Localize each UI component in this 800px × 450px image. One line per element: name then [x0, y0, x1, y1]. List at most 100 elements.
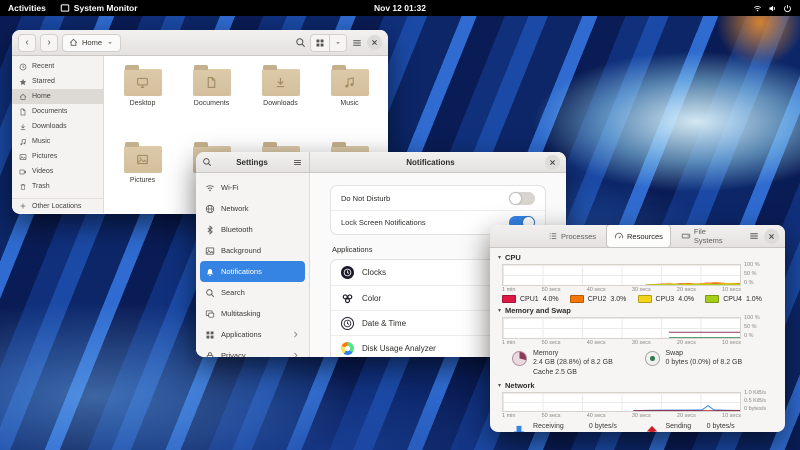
memory-section-title: Memory and Swap: [505, 306, 571, 315]
network-chart: [502, 392, 741, 412]
folder-downloads[interactable]: Downloads: [246, 64, 315, 129]
y-tick: 0 %: [741, 334, 777, 340]
sidebar-label: Downloads: [32, 123, 67, 130]
tab-file-systems[interactable]: File Systems: [673, 225, 740, 248]
settings-item-multitasking[interactable]: Multitasking: [200, 303, 305, 324]
legend-label: CPU3: [656, 296, 675, 303]
legend-cpu2[interactable]: CPU23.0%: [570, 295, 638, 303]
settings-item-wifi[interactable]: Wi-Fi: [200, 177, 305, 198]
activities-button[interactable]: Activities: [8, 3, 46, 13]
sidebar-item-other-locations[interactable]: Other Locations: [12, 198, 103, 213]
search-button[interactable]: [295, 37, 306, 48]
chevron-right-icon: [291, 330, 300, 339]
x-tick: 40 secs: [587, 340, 606, 346]
sidebar-item-home[interactable]: Home: [12, 89, 103, 104]
tab-processes[interactable]: Processes: [540, 225, 604, 248]
network-section-title: Network: [505, 381, 535, 390]
sidebar-item-starred[interactable]: Starred: [12, 74, 103, 89]
resources-view: ▾ CPU 100 % 50 % 0 % 1 min50 secs40 secs…: [490, 248, 785, 432]
cpu-section-header[interactable]: ▾ CPU: [498, 253, 777, 262]
close-button[interactable]: [764, 229, 779, 244]
settings-item-search[interactable]: Search: [200, 282, 305, 303]
menu-icon[interactable]: [292, 157, 303, 168]
swap-stats: Swap 0 bytes (0.0%) of 8.2 GB: [645, 349, 778, 377]
x-tick: 20 secs: [677, 340, 696, 346]
star-icon: [19, 78, 27, 86]
do-not-disturb-toggle[interactable]: [509, 192, 535, 205]
sidebar-item-pictures[interactable]: Pictures: [12, 149, 103, 164]
disclosure-triangle-icon: ▾: [498, 382, 501, 389]
settings-label: Notifications: [221, 267, 262, 276]
sidebar-item-documents[interactable]: Documents: [12, 104, 103, 119]
trash-icon: [19, 183, 27, 191]
legend-cpu1[interactable]: CPU14.0%: [502, 295, 570, 303]
legend-value: 4.0%: [678, 296, 694, 303]
sidebar-item-downloads[interactable]: Downloads: [12, 119, 103, 134]
receiving-label: Receiving: [533, 423, 579, 430]
app-label: Color: [362, 294, 381, 303]
image-icon: [19, 153, 27, 161]
network-icon: [205, 204, 215, 214]
settings-item-bluetooth[interactable]: Bluetooth: [200, 219, 305, 240]
sidebar-item-recent[interactable]: Recent: [12, 59, 103, 74]
bluetooth-icon: [205, 225, 215, 235]
cpu-chart: [502, 264, 741, 286]
power-icon: [783, 4, 792, 13]
settings-item-privacy[interactable]: Privacy: [200, 345, 305, 357]
x-tick: 1 min: [502, 340, 515, 346]
cpu-legend: CPU14.0% CPU23.0% CPU34.0% CPU41.0%: [502, 295, 773, 303]
menu-button[interactable]: [351, 37, 363, 49]
close-button[interactable]: [545, 155, 560, 170]
forward-button[interactable]: ›: [40, 34, 58, 52]
memory-section-header[interactable]: ▾ Memory and Swap: [498, 306, 777, 315]
memory-value: 2.4 GB (28.8%) of 8.2 GB: [533, 359, 613, 366]
cpu3-swatch: [638, 295, 652, 303]
download-icon: [274, 76, 287, 89]
tab-resources[interactable]: Resources: [606, 225, 671, 248]
y-tick: 0 %: [741, 281, 777, 287]
view-options-button[interactable]: [329, 35, 346, 51]
files-headerbar[interactable]: ‹ › Home: [12, 30, 388, 56]
memory-stats: Memory 2.4 GB (28.8%) of 8.2 GB Cache 2.…: [512, 349, 645, 377]
desktop-icon: [136, 76, 149, 89]
legend-value: 1.0%: [746, 296, 762, 303]
legend-label: CPU1: [520, 296, 539, 303]
sending-label: Sending: [666, 423, 697, 430]
search-icon[interactable]: [202, 157, 212, 167]
legend-cpu4[interactable]: CPU41.0%: [705, 295, 773, 303]
files-sidebar: Recent Starred Home Documents Downloads …: [12, 56, 104, 213]
cpu-x-axis: 1 min50 secs40 secs30 secs20 secs10 secs: [502, 287, 741, 293]
close-button[interactable]: [367, 35, 382, 50]
folder-desktop[interactable]: Desktop: [108, 64, 177, 129]
network-section-header[interactable]: ▾ Network: [498, 381, 777, 390]
settings-item-notifications[interactable]: Notifications: [200, 261, 305, 282]
sidebar-item-videos[interactable]: Videos: [12, 164, 103, 179]
sending-value: 0 bytes/s: [707, 423, 735, 430]
sidebar-item-trash[interactable]: Trash: [12, 179, 103, 194]
folder-music[interactable]: Music: [315, 64, 384, 129]
back-button[interactable]: ‹: [18, 34, 36, 52]
color-app-icon: [341, 292, 354, 305]
path-button[interactable]: Home: [62, 34, 121, 52]
sidebar-item-music[interactable]: Music: [12, 134, 103, 149]
legend-cpu3[interactable]: CPU34.0%: [638, 295, 706, 303]
folder-pictures[interactable]: Pictures: [108, 141, 177, 206]
settings-label: Wi-Fi: [221, 183, 239, 192]
app-label: Clocks: [362, 268, 386, 277]
menu-button[interactable]: [748, 230, 760, 242]
settings-title: Settings: [216, 158, 288, 167]
settings-label: Privacy: [221, 351, 246, 357]
swap-value: 0 bytes (0.0%) of 8.2 GB: [666, 359, 743, 366]
receiving-value: 0 bytes/s: [589, 423, 620, 430]
memory-title: Memory: [533, 350, 558, 357]
grid-view-button[interactable]: [311, 35, 329, 51]
settings-item-background[interactable]: Background: [200, 240, 305, 261]
system-status-area[interactable]: [753, 4, 792, 13]
focused-app-menu[interactable]: System Monitor: [60, 3, 138, 13]
folder-documents[interactable]: Documents: [177, 64, 246, 129]
lock-icon: [205, 351, 215, 358]
x-tick: 40 secs: [587, 413, 606, 419]
settings-item-applications[interactable]: Applications: [200, 324, 305, 345]
sidebar-label: Documents: [32, 108, 67, 115]
settings-item-network[interactable]: Network: [200, 198, 305, 219]
